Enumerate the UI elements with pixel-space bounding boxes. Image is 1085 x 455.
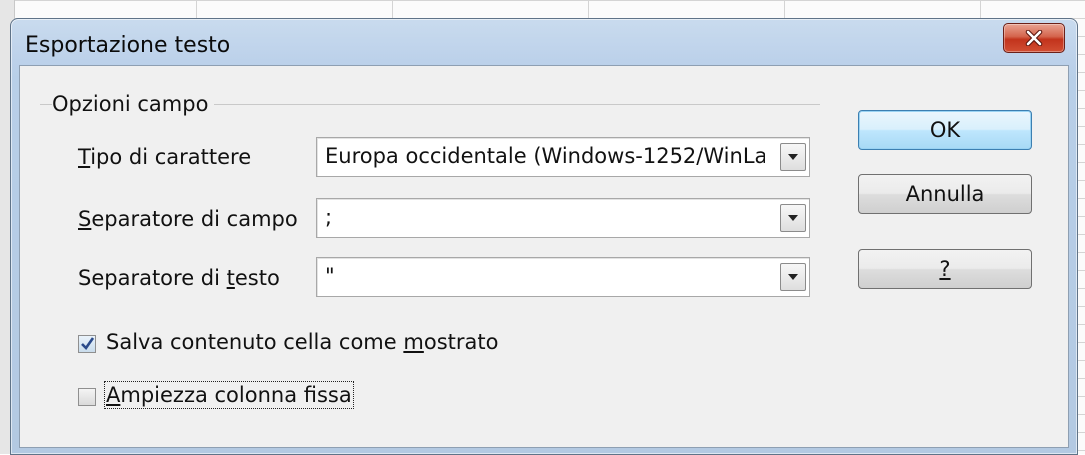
text-separator-label-text: esto bbox=[234, 266, 280, 290]
text-separator-label: Separatore di testo bbox=[78, 266, 280, 290]
chevron-down-icon bbox=[788, 274, 798, 280]
charset-label: Tipo di carattere bbox=[78, 145, 251, 169]
charset-select[interactable]: Europa occidentale (Windows-1252/WinLati… bbox=[316, 137, 810, 177]
save-as-shown-label-mnemonic: m bbox=[403, 330, 424, 354]
fixed-width-label-mnemonic: A bbox=[106, 383, 121, 407]
field-separator-value[interactable]: ; bbox=[325, 205, 765, 229]
save-as-shown-label-text: ostrato bbox=[423, 330, 499, 354]
cancel-button[interactable]: Annulla bbox=[858, 174, 1032, 214]
field-separator-label-mnemonic: S bbox=[78, 207, 92, 231]
ok-button[interactable]: OK bbox=[858, 110, 1032, 150]
text-separator-label-start: Separatore di bbox=[78, 266, 227, 290]
charset-label-text: ipo di carattere bbox=[90, 145, 252, 169]
help-button-label: ? bbox=[939, 257, 951, 281]
text-separator-label-mnemonic: t bbox=[226, 266, 235, 290]
charset-dropdown-button[interactable] bbox=[780, 143, 806, 171]
charset-label-mnemonic: T bbox=[78, 145, 91, 169]
chevron-down-icon bbox=[788, 154, 798, 160]
fixed-width-label-text: mpiezza colonna fissa bbox=[120, 383, 352, 407]
field-separator-dropdown-button[interactable] bbox=[780, 204, 806, 232]
field-separator-label: Separatore di campo bbox=[78, 207, 298, 231]
close-icon bbox=[1025, 30, 1043, 46]
text-separator-combo[interactable]: " bbox=[316, 257, 810, 297]
close-button[interactable] bbox=[1003, 23, 1065, 53]
save-as-shown-label-start: Salva contenuto cella come bbox=[106, 330, 404, 354]
chevron-down-icon bbox=[788, 215, 798, 221]
help-button[interactable]: ? bbox=[858, 249, 1032, 289]
text-separator-value[interactable]: " bbox=[325, 264, 765, 288]
fixed-width-checkbox[interactable] bbox=[78, 388, 96, 406]
field-separator-label-text: eparatore di campo bbox=[91, 207, 298, 231]
save-as-shown-checkbox[interactable] bbox=[78, 335, 96, 353]
checkmark-icon bbox=[81, 337, 95, 351]
group-title: Opzioni campo bbox=[52, 92, 215, 116]
save-as-shown-label[interactable]: Salva contenuto cella come mostrato bbox=[106, 330, 498, 354]
fixed-width-label[interactable]: Ampiezza colonna fissa bbox=[104, 381, 354, 409]
field-separator-combo[interactable]: ; bbox=[316, 198, 810, 238]
dialog-title: Esportazione testo bbox=[25, 33, 231, 58]
text-separator-dropdown-button[interactable] bbox=[780, 263, 806, 291]
charset-value: Europa occidentale (Windows-1252/WinLati… bbox=[325, 144, 765, 168]
